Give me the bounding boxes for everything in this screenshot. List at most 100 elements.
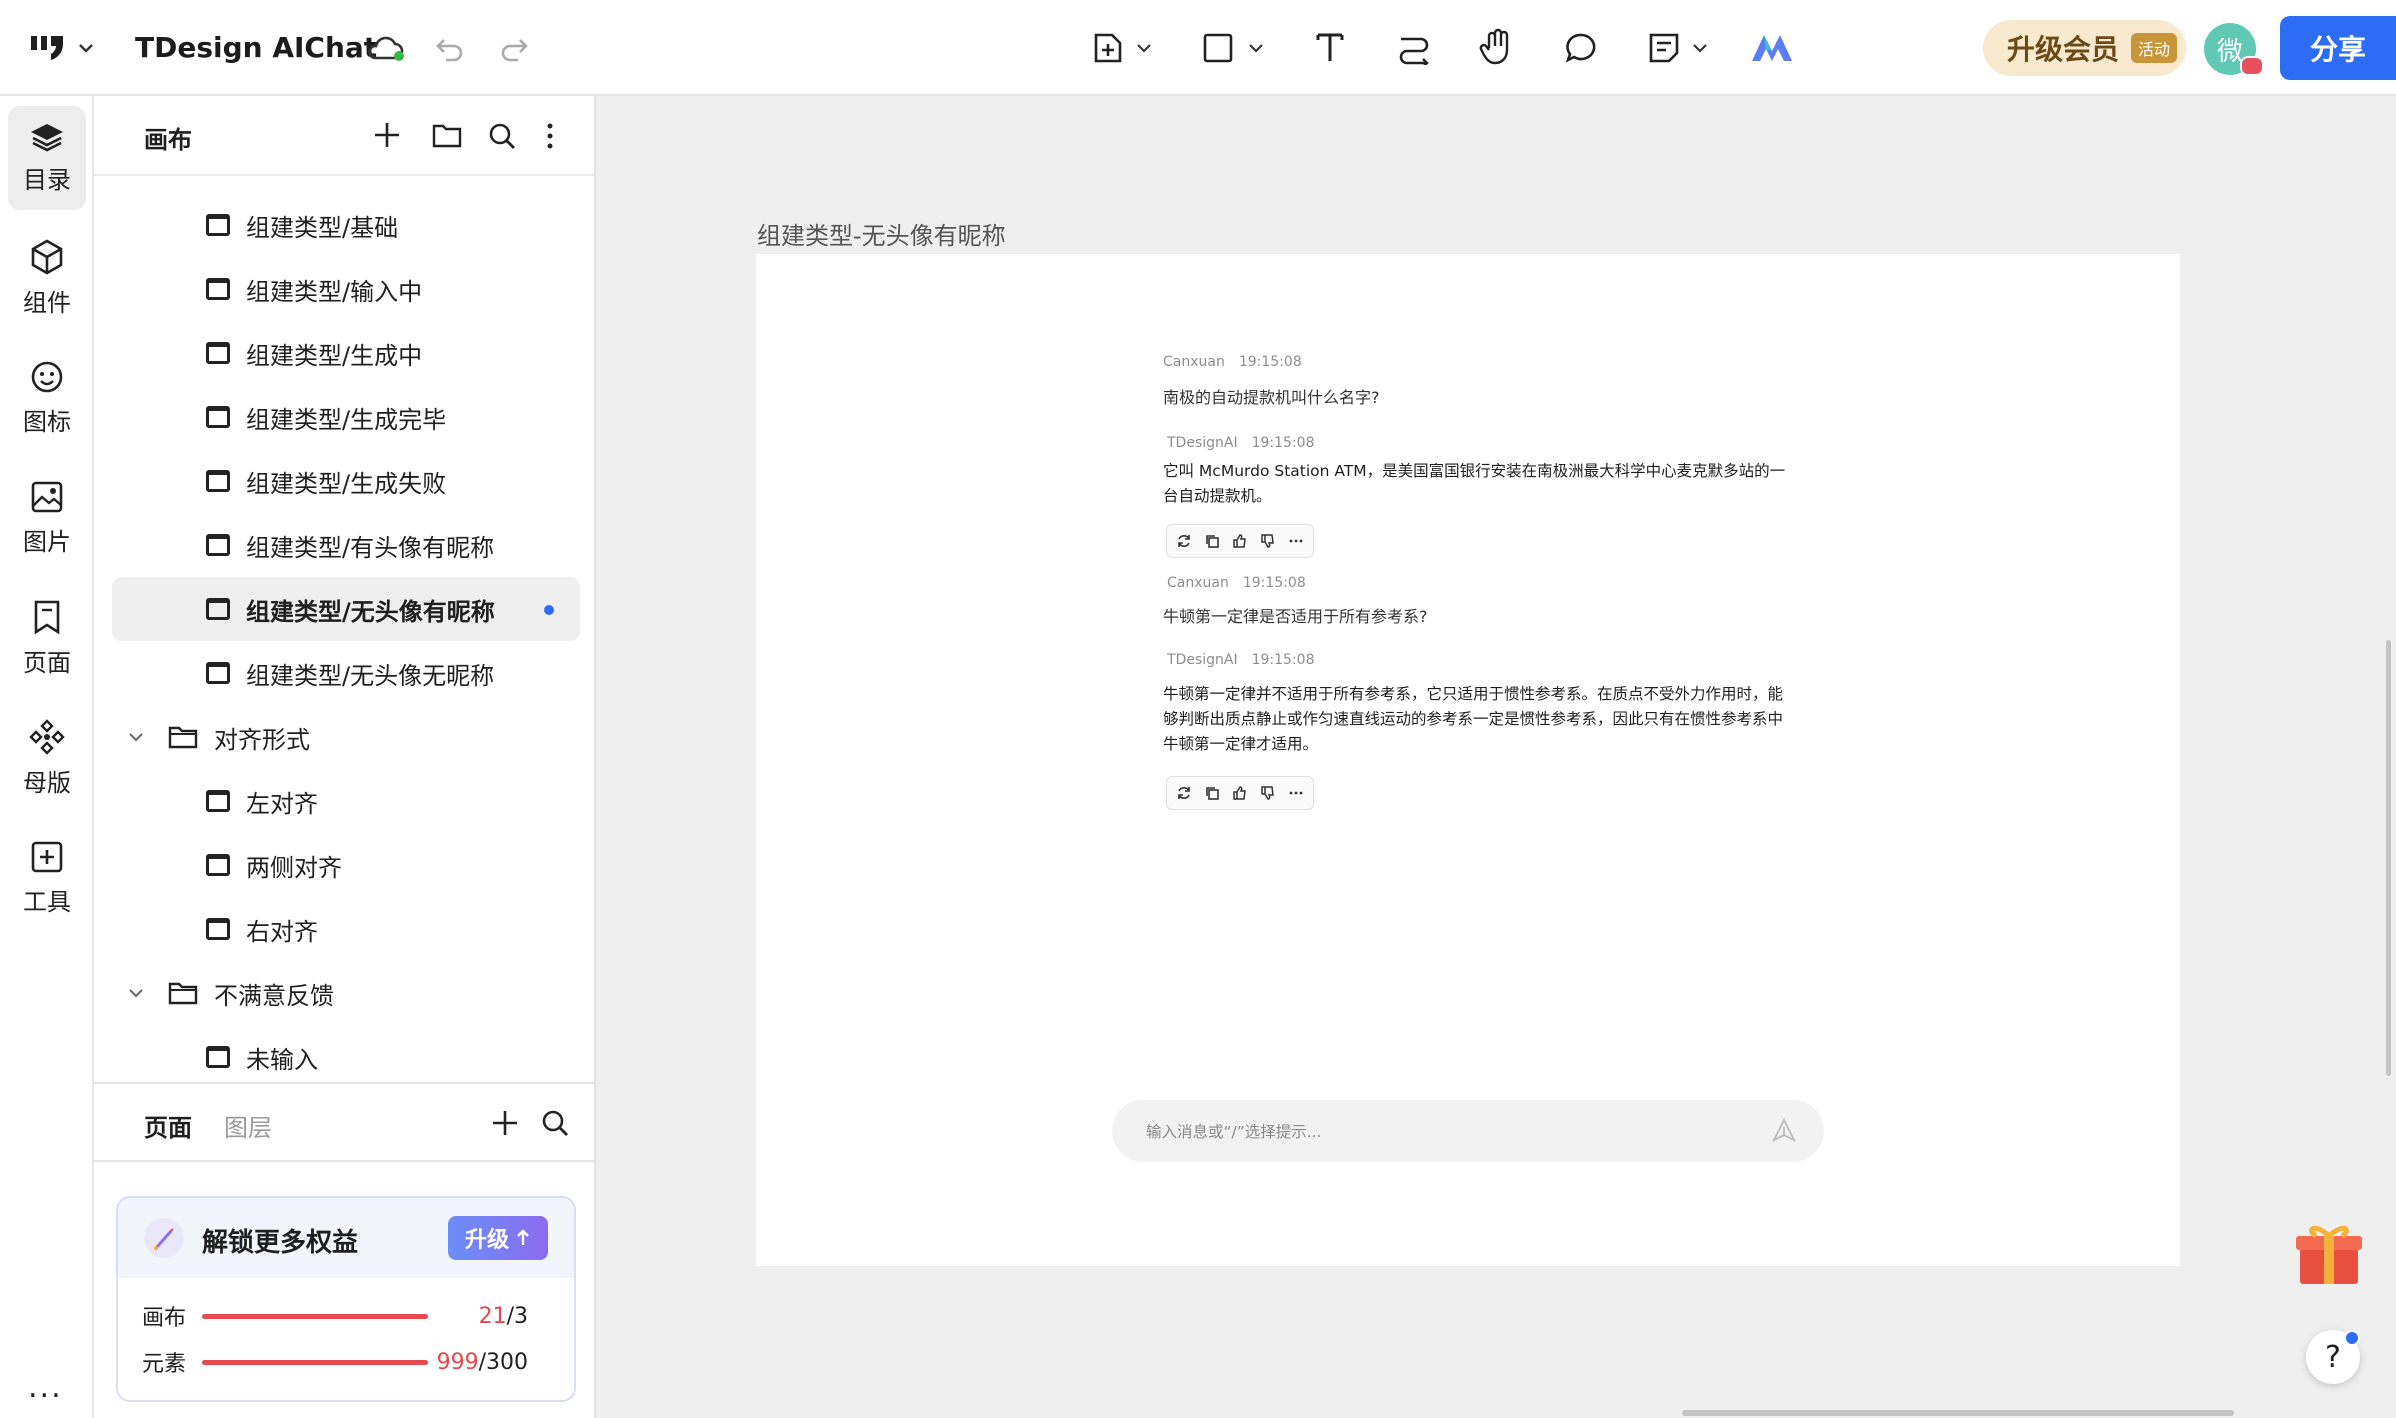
add-frame-icon[interactable]	[1088, 28, 1128, 68]
rail-item-master[interactable]: 母版	[8, 706, 86, 810]
rail-item-images[interactable]: 图片	[8, 466, 86, 570]
message-action-bar	[1166, 776, 1314, 810]
gift-icon[interactable]	[2294, 1220, 2364, 1286]
rail-item-components[interactable]: 组件	[8, 226, 86, 330]
thumbs-up-icon[interactable]	[1229, 530, 1251, 552]
page-icon	[206, 854, 230, 876]
upgrade-label: 升级会员	[2007, 33, 2120, 66]
sticky-note-icon[interactable]	[1644, 28, 1684, 68]
app-title[interactable]: TDesign AIChat	[135, 30, 377, 66]
unlock-benefits-card: 解锁更多权益 升级 画布 21/3 元素 999/300	[116, 1196, 576, 1402]
page-icon	[206, 662, 230, 684]
rail-item-label: 目录	[23, 165, 71, 194]
tree-item[interactable]: 组建类型/无头像无昵称	[112, 641, 580, 705]
rail-item-directory[interactable]: 目录	[8, 106, 86, 210]
more-vertical-icon[interactable]	[545, 121, 555, 151]
logo-icon[interactable]	[28, 30, 68, 66]
rail-item-pages[interactable]: 页面	[8, 586, 86, 690]
folder-icon	[168, 981, 198, 1005]
avatar-status-badge	[2240, 56, 2264, 76]
rail-item-label: 母版	[23, 768, 71, 797]
copy-icon[interactable]	[1201, 782, 1223, 804]
chat-input-placeholder: 输入消息或“/”选择提示...	[1146, 1123, 1322, 1141]
tree-item-selected[interactable]: 组建类型/无头像有昵称	[112, 577, 580, 641]
tree-item-label: 左对齐	[246, 789, 318, 818]
cloud-sync-icon[interactable]	[364, 30, 408, 66]
tree-folder[interactable]: 不满意反馈	[112, 961, 580, 1025]
undo-icon[interactable]	[430, 30, 470, 66]
search-icon[interactable]	[487, 121, 517, 151]
rail-item-tools[interactable]: 工具	[8, 826, 86, 930]
tab-pages[interactable]: 页面	[144, 1108, 192, 1143]
chevron-down-icon[interactable]	[74, 36, 98, 60]
quota-label: 画布	[142, 1306, 187, 1331]
tree-item[interactable]: 未输入	[112, 1025, 580, 1089]
add-page-icon[interactable]	[490, 1108, 520, 1138]
page-icon	[206, 470, 230, 492]
tree-item-label: 对齐形式	[214, 725, 310, 754]
quota-bar	[202, 1313, 428, 1319]
tree-item[interactable]: 左对齐	[112, 769, 580, 833]
text-tool-icon[interactable]	[1310, 28, 1350, 68]
chat-input[interactable]: 输入消息或“/”选择提示...	[1112, 1100, 1824, 1162]
connector-icon[interactable]	[1394, 28, 1434, 68]
rail-item-icons[interactable]: 图标	[8, 346, 86, 450]
refresh-icon[interactable]	[1173, 782, 1195, 804]
more-horizontal-icon[interactable]	[1285, 782, 1307, 804]
more-options-icon[interactable]: ...	[28, 1370, 63, 1405]
user-message: 南极的自动提款机叫什么名字?	[1163, 388, 1380, 407]
tree-item[interactable]: 组建类型/生成完毕	[112, 385, 580, 449]
thumbs-down-icon[interactable]	[1257, 782, 1279, 804]
master-icon	[29, 718, 65, 755]
copy-icon[interactable]	[1201, 530, 1223, 552]
search-icon[interactable]	[540, 1108, 570, 1138]
quota-value: 21/3	[478, 1303, 528, 1329]
chevron-down-icon[interactable]	[128, 988, 148, 998]
horizontal-scrollbar[interactable]	[1682, 1410, 2234, 1416]
hand-tool-icon[interactable]	[1476, 26, 1518, 68]
folder-add-icon[interactable]	[432, 122, 462, 148]
page-icon	[206, 278, 230, 300]
rectangle-icon[interactable]	[1200, 30, 1236, 66]
upgrade-button[interactable]: 升级	[448, 1216, 548, 1260]
redo-icon[interactable]	[494, 30, 534, 66]
ai-plugin-icon[interactable]	[1750, 30, 1794, 66]
thumbs-up-icon[interactable]	[1229, 782, 1251, 804]
chevron-down-icon[interactable]	[1690, 38, 1710, 58]
refresh-icon[interactable]	[1173, 530, 1195, 552]
chevron-down-icon[interactable]	[128, 732, 148, 742]
tree-item-label: 未输入	[246, 1045, 318, 1074]
tree-item[interactable]: 组建类型/输入中	[112, 257, 580, 321]
tree-item[interactable]: 组建类型/有头像有昵称	[112, 513, 580, 577]
add-icon[interactable]	[372, 120, 402, 150]
tab-layers[interactable]: 图层	[224, 1108, 272, 1143]
tree-item-label: 不满意反馈	[214, 981, 334, 1010]
message-meta: Canxuan 19:15:08	[1163, 354, 1302, 370]
divider	[94, 1082, 594, 1084]
comment-icon[interactable]	[1562, 28, 1602, 68]
smiley-icon	[31, 361, 63, 392]
quota-bar	[202, 1359, 428, 1365]
vertical-scrollbar[interactable]	[2386, 640, 2391, 1076]
tree-item[interactable]: 组建类型/生成失败	[112, 449, 580, 513]
tree-item[interactable]: 右对齐	[112, 897, 580, 961]
share-button[interactable]: 分享	[2280, 16, 2396, 80]
tree-item-label: 组建类型/输入中	[246, 277, 423, 306]
chevron-down-icon[interactable]	[1134, 38, 1154, 58]
frame-title[interactable]: 组建类型-无头像有昵称	[757, 216, 1006, 251]
tree-item[interactable]: 组建类型/生成中	[112, 321, 580, 385]
quota-row-canvas: 画布 21/3	[142, 1300, 528, 1332]
page-icon	[206, 342, 230, 364]
thumbs-down-icon[interactable]	[1257, 530, 1279, 552]
tree-folder[interactable]: 对齐形式	[112, 705, 580, 769]
tree-item[interactable]: 两侧对齐	[112, 833, 580, 897]
tree-item-label: 右对齐	[246, 917, 318, 946]
send-icon[interactable]	[1772, 1118, 1796, 1142]
message-action-bar	[1166, 524, 1314, 558]
upgrade-membership-button[interactable]: 升级会员 活动	[1983, 20, 2186, 76]
tree-item[interactable]: 组建类型/基础	[112, 193, 580, 257]
more-horizontal-icon[interactable]	[1285, 530, 1307, 552]
panel-title: 画布	[144, 126, 192, 154]
component-icon	[31, 239, 63, 274]
chevron-down-icon[interactable]	[1246, 38, 1266, 58]
